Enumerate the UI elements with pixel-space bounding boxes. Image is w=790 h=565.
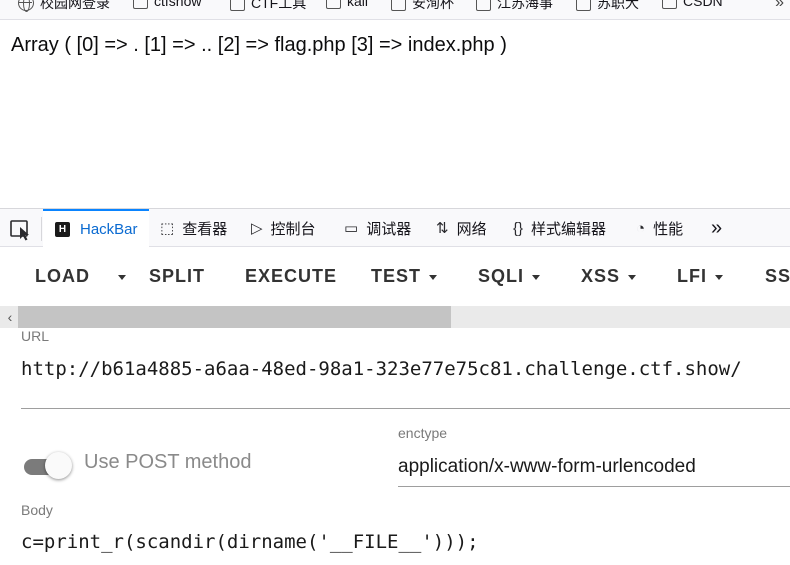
- bookmark-label: kali: [347, 0, 369, 9]
- folder-icon: [230, 0, 245, 11]
- bookmark-anxunbei[interactable]: 安洵杯: [391, 0, 454, 13]
- lfi-menu-button[interactable]: LFI: [677, 266, 723, 287]
- network-icon: ⇅: [436, 220, 449, 237]
- folder-icon: [391, 0, 406, 11]
- globe-icon: [18, 0, 34, 12]
- devtools-panel: H HackBar ⬚ 查看器 ▷ 控制台 ▭ 调试器 ⇅ 网络 {} 样式编辑…: [0, 208, 790, 565]
- scroll-left-icon[interactable]: ‹: [2, 306, 18, 328]
- test-label: TEST: [371, 266, 422, 286]
- bookmark-suzhida[interactable]: 苏职大: [576, 0, 639, 13]
- folder-icon: [476, 0, 491, 11]
- bookmark-label: 安洵杯: [412, 0, 454, 11]
- lfi-label: LFI: [677, 266, 707, 286]
- debugger-icon: ▭: [344, 220, 359, 237]
- bookmark-label: 校园网登录: [40, 0, 110, 11]
- bookmarks-overflow-icon[interactable]: »: [775, 0, 784, 12]
- scrollbar-thumb[interactable]: [18, 306, 451, 328]
- ssti-menu-button[interactable]: SS: [765, 266, 790, 287]
- caret-down-icon: [429, 274, 438, 280]
- bookmark-csdn[interactable]: CSDN: [662, 0, 723, 9]
- tab-label: 样式编辑器: [531, 220, 607, 238]
- bookmark-label: CTF工具: [251, 0, 307, 11]
- tab-hackbar[interactable]: H HackBar: [43, 209, 149, 247]
- style-editor-icon: {}: [513, 219, 524, 237]
- post-method-label: Use POST method: [84, 451, 252, 473]
- enctype-underline: [398, 486, 790, 487]
- caret-down-icon: [628, 274, 637, 280]
- post-method-toggle[interactable]: [24, 451, 72, 481]
- url-underline: [21, 408, 790, 409]
- bookmark-label: ctfshow: [154, 0, 202, 9]
- tab-console[interactable]: ▷ 控制台: [251, 209, 316, 247]
- tab-label: 性能: [653, 220, 684, 238]
- execute-button[interactable]: EXECUTE: [245, 266, 337, 287]
- bookmark-ctf-tools[interactable]: CTF工具: [230, 0, 306, 13]
- sqli-label: SQLI: [478, 266, 525, 286]
- bookmark-ctfshow[interactable]: ctfshow: [133, 0, 201, 9]
- caret-down-icon: [118, 274, 126, 280]
- tab-label: 查看器: [182, 220, 228, 238]
- split-button[interactable]: SPLIT: [149, 266, 205, 287]
- bookmark-kali[interactable]: kali: [326, 0, 368, 9]
- tab-inspector[interactable]: ⬚ 查看器: [160, 209, 227, 247]
- folder-icon: [326, 0, 341, 9]
- tabs-overflow-icon[interactable]: »: [711, 209, 722, 247]
- url-label: URL: [21, 328, 50, 344]
- tab-debugger[interactable]: ▭ 调试器: [344, 209, 411, 247]
- tab-label: 网络: [456, 220, 487, 238]
- load-dropdown-button[interactable]: [110, 266, 126, 287]
- bookmark-label: CSDN: [683, 0, 723, 9]
- tab-network[interactable]: ⇅ 网络: [436, 209, 487, 247]
- tab-style-editor[interactable]: {} 样式编辑器: [513, 209, 606, 247]
- folder-icon: [133, 0, 148, 9]
- enctype-select[interactable]: application/x-www-form-urlencoded: [398, 456, 696, 478]
- hackbar-icon: H: [55, 221, 70, 237]
- caret-down-icon: [715, 274, 723, 280]
- tab-label: HackBar: [80, 220, 138, 238]
- url-input[interactable]: http://b61a4885-a6aa-48ed-98a1-323e77e75…: [21, 358, 742, 380]
- devtools-tabbar: H HackBar ⬚ 查看器 ▷ 控制台 ▭ 调试器 ⇅ 网络 {} 样式编辑…: [0, 209, 790, 247]
- hackbar-toolbar: LOAD SPLIT EXECUTE TEST SQLI XSS LFI SS: [0, 248, 790, 308]
- xss-menu-button[interactable]: XSS: [581, 266, 637, 287]
- load-button[interactable]: LOAD: [35, 266, 90, 287]
- xss-label: XSS: [581, 266, 621, 286]
- bookmark-label: 苏职大: [597, 0, 639, 11]
- page-output-text: Array ( [0] => . [1] => .. [2] => flag.p…: [11, 34, 507, 56]
- tab-label: 控制台: [270, 220, 316, 238]
- body-input[interactable]: c=print_r(scandir(dirname('__FILE__')));: [21, 531, 479, 553]
- enctype-label: enctype: [398, 425, 448, 441]
- inspector-icon: ⬚: [160, 220, 175, 237]
- performance-icon: ◔: [636, 219, 646, 237]
- tabbar-separator: [41, 217, 42, 241]
- folder-icon: [662, 0, 677, 9]
- console-icon: ▷: [251, 220, 263, 237]
- bookmark-label: 江苏海事: [497, 0, 553, 11]
- test-menu-button[interactable]: TEST: [371, 266, 438, 287]
- bookmark-jiangsu-maritime[interactable]: 江苏海事: [476, 0, 553, 13]
- bookmark-campus-login[interactable]: 校园网登录: [18, 0, 110, 13]
- toggle-knob: [45, 452, 72, 479]
- caret-down-icon: [532, 274, 541, 280]
- folder-icon: [576, 0, 591, 11]
- tab-label: 调试器: [366, 220, 412, 238]
- element-picker-icon[interactable]: [8, 219, 34, 241]
- tab-performance[interactable]: ◔ 性能: [636, 209, 683, 247]
- sqli-menu-button[interactable]: SQLI: [478, 266, 541, 287]
- toolbar-scrollbar[interactable]: ‹: [0, 306, 790, 328]
- body-label: Body: [21, 502, 53, 518]
- bookmarks-toolbar: 校园网登录 ctfshow CTF工具 kali 安洵杯 江苏海事 苏职大 CS…: [0, 0, 790, 20]
